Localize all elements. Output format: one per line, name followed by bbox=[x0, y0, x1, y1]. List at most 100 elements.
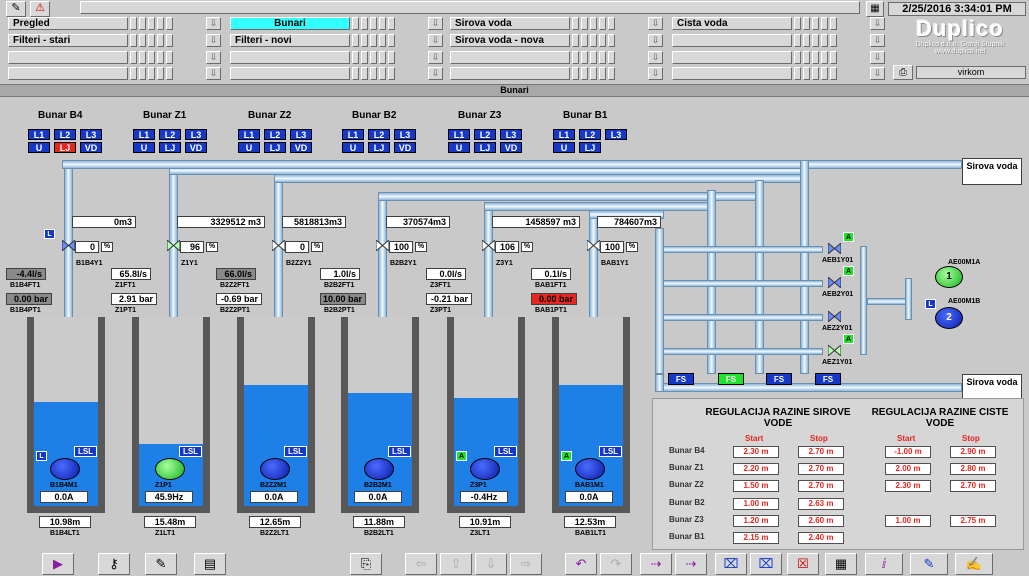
nav-item-0-0[interactable]: Pregled bbox=[8, 17, 128, 30]
close-screen-icon[interactable]: ☒ bbox=[787, 553, 819, 575]
nav-item-0-3[interactable]: Cista voda bbox=[672, 17, 792, 30]
next-icon[interactable]: ⇢ bbox=[640, 553, 672, 575]
reg-clean-stop-input[interactable]: 2.70 m bbox=[950, 480, 996, 493]
nav-arrow-icon[interactable]: ⇩ bbox=[206, 34, 221, 47]
pump-icon[interactable] bbox=[155, 458, 185, 480]
reg-stop-input[interactable]: 2.60 m bbox=[798, 514, 844, 527]
undo-icon[interactable]: ↶ bbox=[565, 553, 597, 575]
nav-item-3-3[interactable] bbox=[672, 67, 792, 80]
nav-item-3-0[interactable] bbox=[8, 67, 128, 80]
nav-arrow-icon[interactable]: ⇩ bbox=[206, 17, 221, 30]
up-icon[interactable]: ⇧ bbox=[440, 553, 472, 575]
back-icon[interactable]: ⇦ bbox=[405, 553, 437, 575]
reg-clean-start-input[interactable]: 2.30 m bbox=[885, 480, 931, 493]
nav-arrow-icon[interactable]: ⇩ bbox=[648, 51, 663, 64]
nav-item-2-0[interactable] bbox=[8, 51, 128, 64]
reg-stop-input[interactable]: 2.70 m bbox=[798, 446, 844, 458]
next2-icon[interactable]: ⇢ bbox=[675, 553, 707, 575]
nav-arrow-icon[interactable]: ⇩ bbox=[648, 67, 663, 80]
valve-icon[interactable] bbox=[586, 238, 601, 253]
nav-item-0-2[interactable]: Sirova voda bbox=[450, 17, 570, 30]
alarm-icon[interactable]: ⚠ bbox=[30, 1, 50, 17]
reg-start-input[interactable]: 1.00 m bbox=[733, 497, 779, 510]
motor-1[interactable]: 1 bbox=[935, 266, 963, 288]
reg-clean-start-input[interactable]: 2.00 m bbox=[885, 463, 931, 476]
play-icon[interactable]: ▶ bbox=[42, 553, 74, 575]
nav-item-2-1[interactable] bbox=[230, 51, 350, 64]
reg-clean-start-input[interactable]: 1.00 m bbox=[885, 514, 931, 527]
nav-arrow-icon[interactable]: ⇩ bbox=[428, 51, 443, 64]
valve-icon[interactable] bbox=[481, 238, 496, 253]
reg-stop-input[interactable]: 2.40 m bbox=[798, 532, 844, 544]
nav-arrow-icon[interactable]: ⇩ bbox=[428, 34, 443, 47]
nav-arrow-icon[interactable]: ⇩ bbox=[206, 67, 221, 80]
pump-icon[interactable] bbox=[364, 458, 394, 480]
down-icon[interactable]: ⇩ bbox=[475, 553, 507, 575]
pump-icon[interactable] bbox=[260, 458, 290, 480]
right-valve-icon[interactable] bbox=[827, 241, 842, 256]
edit-icon[interactable]: ✎ bbox=[145, 553, 177, 575]
reg-start-input[interactable]: 2.15 m bbox=[733, 532, 779, 544]
reg-start-input[interactable]: 1.50 m bbox=[733, 480, 779, 493]
nav-item-1-0[interactable]: Filteri - stari bbox=[8, 34, 128, 47]
right-valve-icon[interactable] bbox=[827, 343, 842, 358]
nav-arrow-icon[interactable]: ⇩ bbox=[648, 17, 663, 30]
report-icon[interactable]: ▤ bbox=[194, 553, 226, 575]
key-icon[interactable]: ⚷ bbox=[98, 553, 130, 575]
pen-icon[interactable]: ✎ bbox=[910, 553, 948, 575]
header-icon-1[interactable]: ✎ bbox=[6, 1, 26, 17]
nav-item-1-2[interactable]: Sirova voda - nova bbox=[450, 34, 570, 47]
nav-item-3-2[interactable] bbox=[450, 67, 570, 80]
pump-icon[interactable] bbox=[50, 458, 80, 480]
nav-item-1-3[interactable] bbox=[672, 34, 792, 47]
nav-arrow-icon[interactable]: ⇩ bbox=[206, 51, 221, 64]
well-name: Bunar B4 bbox=[38, 110, 83, 121]
reg-clean-start-input[interactable]: -1.00 m bbox=[885, 446, 931, 458]
nav-arrow-icon[interactable]: ⇩ bbox=[428, 67, 443, 80]
screen2-icon[interactable]: ⌧ bbox=[750, 553, 782, 575]
print-icon[interactable]: ⎙ bbox=[893, 65, 913, 80]
pump-tag: Z1P1 bbox=[155, 482, 172, 489]
nav-arrow-icon[interactable]: ⇩ bbox=[870, 51, 885, 64]
valve-icon[interactable] bbox=[271, 238, 286, 253]
nav-cell bbox=[572, 67, 579, 80]
sign-icon[interactable]: ✍ bbox=[955, 553, 993, 575]
reg-stop-input[interactable]: 2.70 m bbox=[798, 480, 844, 493]
reg-stop-input[interactable]: 2.63 m bbox=[798, 497, 844, 510]
nav-item-2-2[interactable] bbox=[450, 51, 570, 64]
motor-2[interactable]: 2 bbox=[935, 307, 963, 329]
reg-clean-stop-input[interactable]: 2.80 m bbox=[950, 463, 996, 476]
right-valve-icon[interactable] bbox=[827, 275, 842, 290]
reg-start-input[interactable]: 2.20 m bbox=[733, 463, 779, 476]
copy-icon[interactable]: ⎘ bbox=[350, 553, 382, 575]
sirova-voda-bottom[interactable]: Sirova voda bbox=[962, 374, 1022, 399]
nav-arrow-icon[interactable]: ⇩ bbox=[648, 34, 663, 47]
info-icon[interactable]: ⅈ bbox=[865, 553, 903, 575]
nav-arrow-icon[interactable]: ⇩ bbox=[870, 34, 885, 47]
nav-item-2-3[interactable] bbox=[672, 51, 792, 64]
nav-arrow-icon[interactable]: ⇩ bbox=[870, 67, 885, 80]
valve-icon[interactable] bbox=[61, 238, 76, 253]
nav-item-1-1[interactable]: Filteri - novi bbox=[230, 34, 350, 47]
reg-clean-stop-input[interactable]: 2.90 m bbox=[950, 446, 996, 458]
forward-icon[interactable]: ⇨ bbox=[510, 553, 542, 575]
nav-item-3-1[interactable] bbox=[230, 67, 350, 80]
reg-stop-input[interactable]: 2.70 m bbox=[798, 463, 844, 476]
pump-icon[interactable] bbox=[575, 458, 605, 480]
reg-clean-stop-input[interactable]: 2.75 m bbox=[950, 514, 996, 527]
reg-start-input[interactable]: 1.20 m bbox=[733, 514, 779, 527]
reg-start-input[interactable]: 2.30 m bbox=[733, 446, 779, 458]
pump-icon[interactable] bbox=[470, 458, 500, 480]
redo-icon[interactable]: ↷ bbox=[600, 553, 632, 575]
grid-icon[interactable]: ▦ bbox=[825, 553, 857, 575]
valve-icon[interactable] bbox=[166, 238, 181, 253]
right-valve-icon[interactable] bbox=[827, 309, 842, 324]
screen1-icon[interactable]: ⌧ bbox=[715, 553, 747, 575]
valve-icon[interactable] bbox=[375, 238, 390, 253]
calendar-icon[interactable]: ▦ bbox=[866, 1, 884, 17]
fs-indicator-1: FS bbox=[668, 373, 694, 385]
nav-arrow-icon[interactable]: ⇩ bbox=[870, 17, 885, 30]
sirova-voda-top[interactable]: Sirova voda bbox=[962, 158, 1022, 185]
nav-arrow-icon[interactable]: ⇩ bbox=[428, 17, 443, 30]
nav-item-0-1[interactable]: Bunari bbox=[230, 17, 350, 30]
